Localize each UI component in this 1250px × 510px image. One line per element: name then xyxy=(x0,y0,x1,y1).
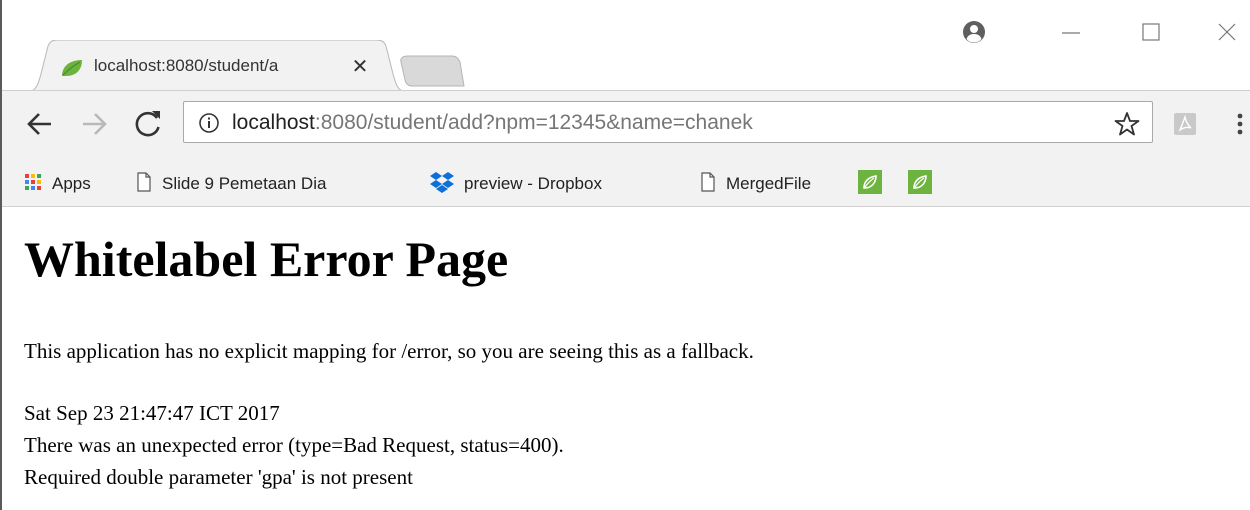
leaf-icon xyxy=(908,169,932,199)
url-host: localhost xyxy=(232,111,315,134)
page-icon xyxy=(700,171,716,197)
bookmark-label: MergedFile xyxy=(726,174,812,193)
bookmark-label: Apps xyxy=(52,174,91,193)
bookmarks-bar: Apps Slide 9 Pemetaan Dia preview - Drop… xyxy=(2,162,1250,207)
error-timestamp: Sat Sep 23 21:47:47 ICT 2017 xyxy=(24,401,280,425)
apps-grid-icon xyxy=(24,173,42,196)
tab-active[interactable]: localhost:8080/student/a ✕ xyxy=(26,40,406,92)
back-arrow-icon[interactable] xyxy=(22,106,58,142)
tab-title: localhost:8080/student/a xyxy=(94,56,279,75)
page-heading: Whitelabel Error Page xyxy=(24,231,509,287)
spring-leaf-icon xyxy=(60,58,84,78)
info-icon[interactable] xyxy=(198,112,220,134)
address-bar[interactable]: localhost:8080/student/add?npm=12345&nam… xyxy=(183,101,1153,143)
bookmark-label: preview - Dropbox xyxy=(464,174,602,193)
tab-close-button[interactable]: ✕ xyxy=(348,54,372,78)
pdf-extension-icon[interactable] xyxy=(1172,111,1198,137)
forward-arrow-icon[interactable] xyxy=(76,106,112,142)
close-window-button[interactable] xyxy=(1202,14,1250,50)
bookmark-dropbox[interactable]: preview - Dropbox xyxy=(430,162,602,206)
error-message: This application has no explicit mapping… xyxy=(24,339,754,363)
profile-icon[interactable] xyxy=(958,16,990,48)
bookmark-leaf-1[interactable] xyxy=(858,162,882,206)
url-path: :8080/student/add?npm=12345&name=chanek xyxy=(314,111,753,134)
url-text[interactable]: localhost:8080/student/add?npm=12345&nam… xyxy=(232,110,753,136)
bookmark-mergedfile[interactable]: MergedFile xyxy=(700,162,811,206)
dropbox-icon xyxy=(430,171,454,198)
page-content: Whitelabel Error Page This application h… xyxy=(2,207,1250,510)
bookmark-apps[interactable]: Apps xyxy=(24,162,91,206)
bookmark-label: Slide 9 Pemetaan Dia xyxy=(162,174,327,193)
maximize-button[interactable] xyxy=(1126,14,1176,50)
leaf-icon xyxy=(858,169,882,199)
error-detail: Required double parameter 'gpa' is not p… xyxy=(24,465,413,489)
error-type: There was an unexpected error (type=Bad … xyxy=(24,433,564,457)
browser-toolbar: localhost:8080/student/add?npm=12345&nam… xyxy=(2,90,1250,163)
minimize-button[interactable] xyxy=(1046,14,1096,50)
reload-icon[interactable] xyxy=(130,106,166,142)
bookmark-star-icon[interactable] xyxy=(1114,111,1140,137)
page-icon xyxy=(136,171,152,197)
bookmark-slide-9[interactable]: Slide 9 Pemetaan Dia xyxy=(136,162,360,206)
new-tab-button[interactable] xyxy=(398,54,466,88)
menu-icon[interactable] xyxy=(1234,109,1246,139)
bookmark-leaf-2[interactable] xyxy=(908,162,932,206)
title-bar: localhost:8080/student/a ✕ xyxy=(2,0,1250,92)
